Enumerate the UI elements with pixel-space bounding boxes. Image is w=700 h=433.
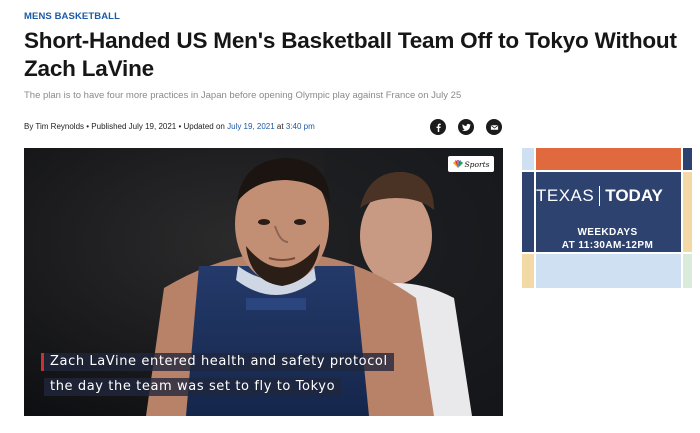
byline: By Tim Reynolds • Published July 19, 202… bbox=[24, 122, 315, 131]
ad-tile bbox=[683, 148, 692, 170]
ad-tile bbox=[522, 172, 534, 252]
peacock-icon bbox=[452, 160, 463, 168]
twitter-icon bbox=[461, 123, 471, 131]
ad-schedule-line-2: AT 11:30AM-12PM bbox=[561, 240, 654, 251]
caption-line-2: the day the team was set to fly to Tokyo bbox=[44, 378, 342, 396]
article-headline: Short-Handed US Men's Basketball Team Of… bbox=[24, 28, 677, 81]
updated-time: 3:40 pm bbox=[285, 122, 315, 131]
video-frame bbox=[24, 148, 503, 416]
category-label[interactable]: MENS BASKETBALL bbox=[24, 11, 120, 22]
facebook-icon bbox=[436, 123, 441, 132]
ad-brand: TEXAS TODAY bbox=[536, 186, 663, 206]
sports-logo: Sports bbox=[448, 156, 494, 172]
caption-line-1: Zach LaVine entered health and safety pr… bbox=[41, 353, 394, 371]
ad-brand-divider bbox=[599, 186, 601, 206]
ad-tile bbox=[683, 254, 692, 288]
ad-tile bbox=[522, 254, 534, 288]
ad-schedule-line-1: WEEKDAYS bbox=[577, 227, 638, 238]
ad-brand-texas: TEXAS bbox=[536, 186, 595, 205]
author[interactable]: By Tim Reynolds bbox=[24, 122, 84, 131]
ad-tile bbox=[522, 148, 534, 170]
video-player[interactable]: Sports Zach LaVine entered health and sa… bbox=[24, 148, 503, 416]
share-facebook-button[interactable] bbox=[430, 119, 446, 135]
email-icon bbox=[490, 124, 498, 130]
share-email-button[interactable] bbox=[486, 119, 502, 135]
texas-today-ad[interactable]: TEXAS TODAY WEEKDAYS AT 11:30AM-12PM bbox=[522, 148, 692, 288]
updated-date: July 19, 2021 bbox=[227, 122, 275, 131]
article-dek: The plan is to have four more practices … bbox=[24, 90, 462, 101]
ad-tile bbox=[536, 254, 681, 288]
ad-tile bbox=[683, 172, 692, 252]
ad-brand-today: TODAY bbox=[605, 186, 663, 205]
ad-tile bbox=[536, 148, 681, 170]
share-twitter-button[interactable] bbox=[458, 119, 474, 135]
published-date: • Published July 19, 2021 • Updated on bbox=[86, 122, 225, 131]
updated-at: at bbox=[276, 122, 284, 131]
logo-text: Sports bbox=[464, 159, 490, 169]
